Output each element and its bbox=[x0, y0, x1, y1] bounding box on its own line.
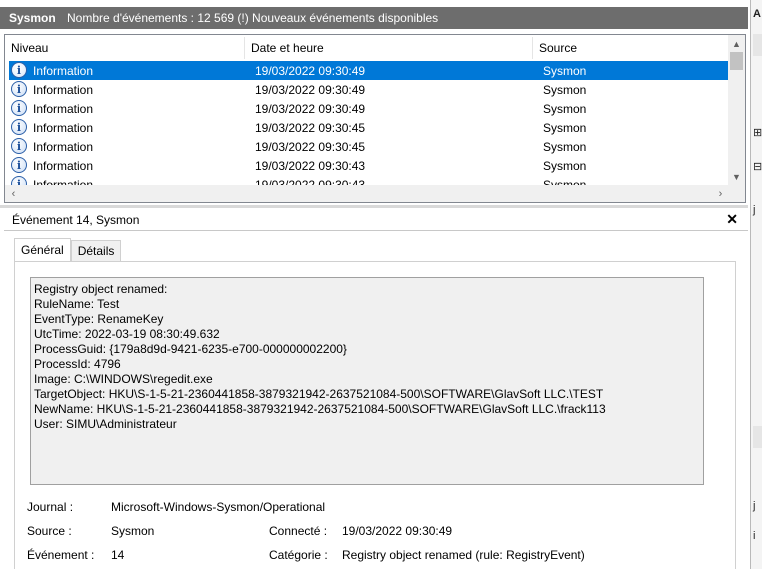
row-level: Information bbox=[33, 82, 94, 97]
table-row[interactable]: i Information 19/03/2022 09:30:43 Sysmon bbox=[9, 156, 733, 175]
description-line: Image: C:\WINDOWS\regedit.exe bbox=[34, 372, 213, 386]
column-header-source[interactable]: Source bbox=[533, 37, 729, 59]
tab-details-label: Détails bbox=[77, 244, 115, 258]
scrollbar-corner bbox=[728, 185, 745, 202]
event-rows: i Information 19/03/2022 09:30:49 Sysmon… bbox=[9, 61, 733, 194]
actions-pane-glyph: j bbox=[753, 500, 756, 512]
source-value: Sysmon bbox=[111, 524, 155, 538]
row-level: Information bbox=[33, 120, 94, 135]
event-detail-header: Événement 14, Sysmon ✕ bbox=[4, 209, 748, 231]
close-icon[interactable]: ✕ bbox=[726, 211, 738, 228]
horizontal-scrollbar[interactable]: ‹ › bbox=[5, 185, 729, 202]
row-datetime: 19/03/2022 09:30:45 bbox=[255, 120, 366, 135]
row-source: Sysmon bbox=[543, 63, 587, 78]
description-line: Registry object renamed: bbox=[34, 282, 168, 296]
event-count-status: Nombre d'événements : 12 569 (!) Nouveau… bbox=[67, 11, 439, 25]
journal-value: Microsoft-Windows-Sysmon/Operational bbox=[111, 500, 326, 514]
actions-pane-glyph: ⊟ bbox=[753, 161, 762, 173]
column-header-source-label: Source bbox=[539, 41, 578, 55]
tab-details[interactable]: Détails bbox=[70, 240, 122, 262]
row-datetime: 19/03/2022 09:30:45 bbox=[255, 139, 366, 154]
description-line: User: SIMU\Administrateur bbox=[34, 417, 177, 431]
actions-pane-glyph: A bbox=[753, 8, 761, 20]
journal-label: Journal : bbox=[27, 500, 74, 514]
detail-tabs: Général Détails bbox=[14, 238, 122, 262]
row-source: Sysmon bbox=[543, 120, 587, 135]
event-list[interactable]: Niveau Date et heure Source i Informatio… bbox=[4, 34, 746, 203]
event-id-value: 14 bbox=[111, 548, 125, 562]
general-tab-panel: Registry object renamed: RuleName: Test … bbox=[14, 261, 736, 569]
actions-pane-edge: A ⊞ ⊟ j j i bbox=[750, 0, 762, 569]
row-datetime: 19/03/2022 09:30:43 bbox=[255, 158, 366, 173]
row-datetime: 19/03/2022 09:30:49 bbox=[255, 63, 366, 78]
row-source: Sysmon bbox=[543, 101, 587, 116]
actions-pane-glyph: i bbox=[753, 530, 756, 542]
log-title: Sysmon bbox=[9, 11, 56, 25]
scroll-left-icon[interactable]: ‹ bbox=[5, 185, 22, 202]
log-header: Sysmon Nombre d'événements : 12 569 (!) … bbox=[0, 7, 748, 29]
actions-pane-glyph: ⊞ bbox=[753, 127, 762, 139]
vertical-scrollbar[interactable]: ▲ ▼ bbox=[728, 35, 745, 185]
scroll-up-icon[interactable]: ▲ bbox=[728, 35, 745, 52]
table-row[interactable]: i Information 19/03/2022 09:30:49 Sysmon bbox=[9, 80, 733, 99]
description-line: NewName: HKU\S-1-5-21-2360441858-3879321… bbox=[34, 402, 606, 416]
column-header-datetime-label: Date et heure bbox=[251, 41, 324, 55]
description-line: TargetObject: HKU\S-1-5-21-2360441858-38… bbox=[34, 387, 604, 401]
row-source: Sysmon bbox=[543, 82, 587, 97]
scroll-right-icon[interactable]: › bbox=[712, 185, 729, 202]
column-header-datetime[interactable]: Date et heure bbox=[245, 37, 533, 59]
tab-general[interactable]: Général bbox=[14, 238, 71, 262]
information-icon: i bbox=[11, 119, 27, 135]
event-detail-title: Événement 14, Sysmon bbox=[12, 212, 140, 227]
event-id-label: Événement : bbox=[27, 548, 95, 562]
description-line: EventType: RenameKey bbox=[34, 312, 164, 326]
row-source: Sysmon bbox=[543, 158, 587, 173]
description-line: RuleName: Test bbox=[34, 297, 120, 311]
information-icon: i bbox=[11, 157, 27, 173]
row-datetime: 19/03/2022 09:30:49 bbox=[255, 82, 366, 97]
row-level: Information bbox=[33, 139, 94, 154]
description-line: ProcessGuid: {179a8d9d-9421-6235-e700-00… bbox=[34, 342, 347, 356]
row-source: Sysmon bbox=[543, 139, 587, 154]
table-row[interactable]: i Information 19/03/2022 09:30:49 Sysmon bbox=[9, 99, 733, 118]
tab-general-label: Général bbox=[21, 243, 64, 257]
description-line: UtcTime: 2022-03-19 08:30:49.632 bbox=[34, 327, 220, 341]
scroll-down-icon[interactable]: ▼ bbox=[728, 168, 745, 185]
connected-label: Connecté : bbox=[269, 524, 328, 538]
pane-splitter[interactable] bbox=[0, 205, 748, 208]
row-level: Information bbox=[33, 158, 94, 173]
row-level: Information bbox=[33, 101, 94, 116]
category-label: Catégorie : bbox=[269, 548, 328, 562]
information-icon: i bbox=[11, 138, 27, 154]
table-row[interactable]: i Information 19/03/2022 09:30:49 Sysmon bbox=[9, 61, 733, 80]
connected-value: 19/03/2022 09:30:49 bbox=[342, 524, 453, 538]
actions-pane-item[interactable] bbox=[753, 34, 762, 56]
actions-pane-glyph: j bbox=[753, 204, 756, 216]
actions-pane-item[interactable] bbox=[753, 426, 762, 448]
description-line: ProcessId: 4796 bbox=[34, 357, 121, 371]
source-label: Source : bbox=[27, 524, 72, 538]
information-icon: i bbox=[11, 81, 27, 97]
row-level: Information bbox=[33, 63, 94, 78]
information-icon: i bbox=[11, 62, 27, 78]
row-datetime: 19/03/2022 09:30:49 bbox=[255, 101, 366, 116]
information-icon: i bbox=[11, 100, 27, 116]
category-value: Registry object renamed (rule: RegistryE… bbox=[342, 548, 585, 562]
column-header-level-label: Niveau bbox=[11, 41, 49, 55]
scroll-thumb[interactable] bbox=[730, 52, 743, 70]
column-header-level[interactable]: Niveau bbox=[5, 37, 245, 59]
table-row[interactable]: i Information 19/03/2022 09:30:45 Sysmon bbox=[9, 118, 733, 137]
table-row[interactable]: i Information 19/03/2022 09:30:45 Sysmon bbox=[9, 137, 733, 156]
event-description[interactable]: Registry object renamed: RuleName: Test … bbox=[30, 277, 704, 485]
